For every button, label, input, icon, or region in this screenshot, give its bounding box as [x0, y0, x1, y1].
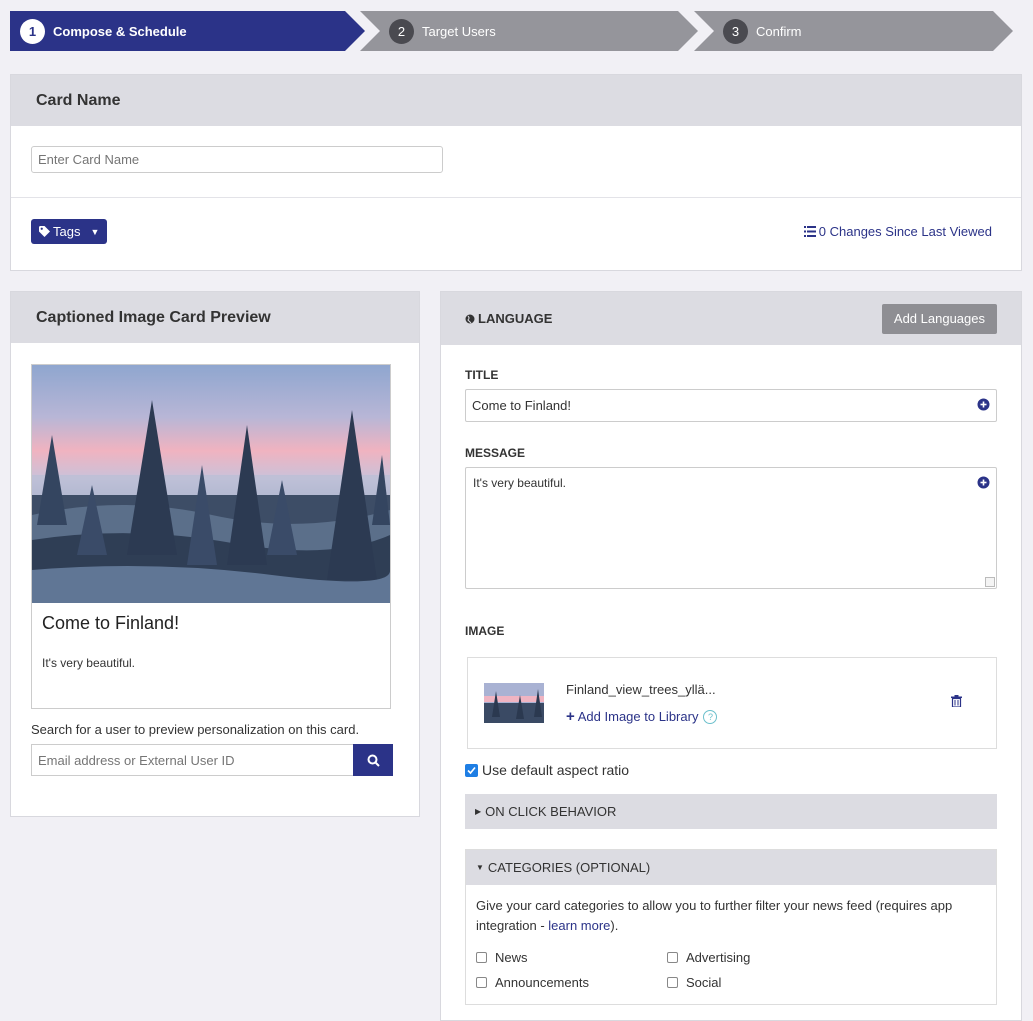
- title-value: Come to Finland!: [472, 398, 571, 413]
- search-icon: [367, 754, 380, 767]
- categories-label: CATEGORIES (OPTIONAL): [487, 860, 651, 875]
- preview-image: [32, 365, 390, 603]
- step-number: 2: [389, 18, 414, 44]
- category-label: Advertising: [686, 950, 751, 965]
- category-advertising[interactable]: Advertising: [667, 950, 750, 965]
- checkbox[interactable]: [667, 977, 678, 988]
- categories-toggle[interactable]: ▼ CATEGORIES (OPTIONAL): [466, 850, 996, 885]
- message-textarea[interactable]: It's very beautiful.: [465, 467, 997, 589]
- preview-card-title: Come to Finland!: [42, 613, 180, 633]
- help-icon[interactable]: ?: [703, 709, 718, 724]
- changes-since-viewed-link[interactable]: 0 Changes Since Last Viewed: [803, 224, 992, 239]
- checkbox[interactable]: [476, 977, 487, 988]
- language-panel: LANGUAGE Add Languages TITLE Come to Fin…: [440, 291, 1022, 1021]
- step-label: Confirm: [756, 23, 802, 39]
- step-confirm[interactable]: 3 Confirm: [694, 11, 1013, 51]
- user-search-input[interactable]: [31, 744, 353, 776]
- preview-header: Captioned Image Card Preview: [11, 292, 419, 343]
- search-help-text: Search for a user to preview personaliza…: [31, 722, 360, 737]
- aspect-ratio-label: Use default aspect ratio: [482, 762, 630, 778]
- step-label: Compose & Schedule: [53, 23, 187, 39]
- globe-icon: [465, 314, 475, 323]
- changes-label: 0 Changes Since Last Viewed: [818, 224, 992, 239]
- checkbox-checked-icon[interactable]: [465, 763, 478, 777]
- category-social[interactable]: Social: [667, 975, 721, 990]
- step-compose-schedule[interactable]: 1 Compose & Schedule: [10, 11, 365, 51]
- tag-icon: [39, 226, 50, 237]
- image-thumbnail: [484, 683, 544, 723]
- card-name-header: Card Name: [11, 75, 1021, 126]
- preview-card-message: It's very beautiful.: [42, 656, 135, 670]
- message-label: MESSAGE: [465, 446, 526, 460]
- on-click-behavior-toggle[interactable]: ▶ ON CLICK BEHAVIOR: [465, 794, 997, 829]
- on-click-label: ON CLICK BEHAVIOR: [485, 804, 617, 819]
- categories-desc-end: ).: [610, 918, 619, 933]
- add-personalization-icon[interactable]: [977, 476, 990, 489]
- message-value: It's very beautiful.: [473, 476, 566, 490]
- preview-card: Come to Finland! It's very beautiful.: [31, 364, 391, 709]
- checkbox[interactable]: [476, 952, 487, 963]
- step-number: 1: [20, 18, 45, 44]
- category-label: Social: [686, 975, 722, 990]
- add-personalization-icon[interactable]: [977, 398, 990, 411]
- language-header: LANGUAGE: [478, 311, 553, 326]
- add-image-to-library-link[interactable]: + Add Image to Library ?: [566, 708, 718, 725]
- trash-icon[interactable]: [951, 695, 962, 707]
- add-library-label: Add Image to Library: [577, 709, 699, 724]
- add-languages-button[interactable]: Add Languages: [881, 303, 997, 334]
- caret-down-icon: ▼: [90, 226, 100, 237]
- tags-dropdown-button[interactable]: Tags ▼: [31, 219, 108, 244]
- caret-right-icon: ▶: [475, 807, 482, 816]
- list-icon: [803, 226, 816, 237]
- plus-icon: +: [566, 708, 575, 725]
- learn-more-link[interactable]: learn more: [548, 918, 610, 933]
- image-filename: Finland_view_trees_yllä...: [566, 682, 716, 697]
- card-name-panel: Card Name Tags ▼ 0 Changes Since Last Vi…: [10, 74, 1022, 271]
- default-aspect-ratio-option[interactable]: Use default aspect ratio: [465, 762, 629, 778]
- categories-description: Give your card categories to allow you t…: [466, 885, 996, 936]
- tags-label: Tags: [53, 224, 81, 239]
- title-input[interactable]: Come to Finland!: [465, 389, 997, 422]
- resize-handle[interactable]: [985, 577, 995, 587]
- image-label: IMAGE: [465, 624, 505, 638]
- checkbox[interactable]: [667, 952, 678, 963]
- progress-stepper: 1 Compose & Schedule 2 Target Users 3 Co…: [10, 11, 1013, 51]
- step-number: 3: [723, 18, 748, 44]
- card-name-input[interactable]: [31, 146, 443, 173]
- categories-section: ▼ CATEGORIES (OPTIONAL) Give your card c…: [465, 849, 997, 1005]
- search-button[interactable]: [353, 744, 393, 776]
- image-attachment: Finland_view_trees_yllä... + Add Image t…: [467, 657, 997, 749]
- step-label: Target Users: [422, 23, 496, 39]
- category-announcements[interactable]: Announcements: [476, 975, 589, 990]
- title-label: TITLE: [465, 368, 499, 382]
- card-preview-panel: Captioned Image Card Preview Come to Fin…: [10, 291, 420, 817]
- step-target-users[interactable]: 2 Target Users: [360, 11, 698, 51]
- category-news[interactable]: News: [476, 950, 528, 965]
- caret-down-icon: ▼: [476, 863, 484, 872]
- category-label: News: [495, 950, 528, 965]
- category-label: Announcements: [495, 975, 589, 990]
